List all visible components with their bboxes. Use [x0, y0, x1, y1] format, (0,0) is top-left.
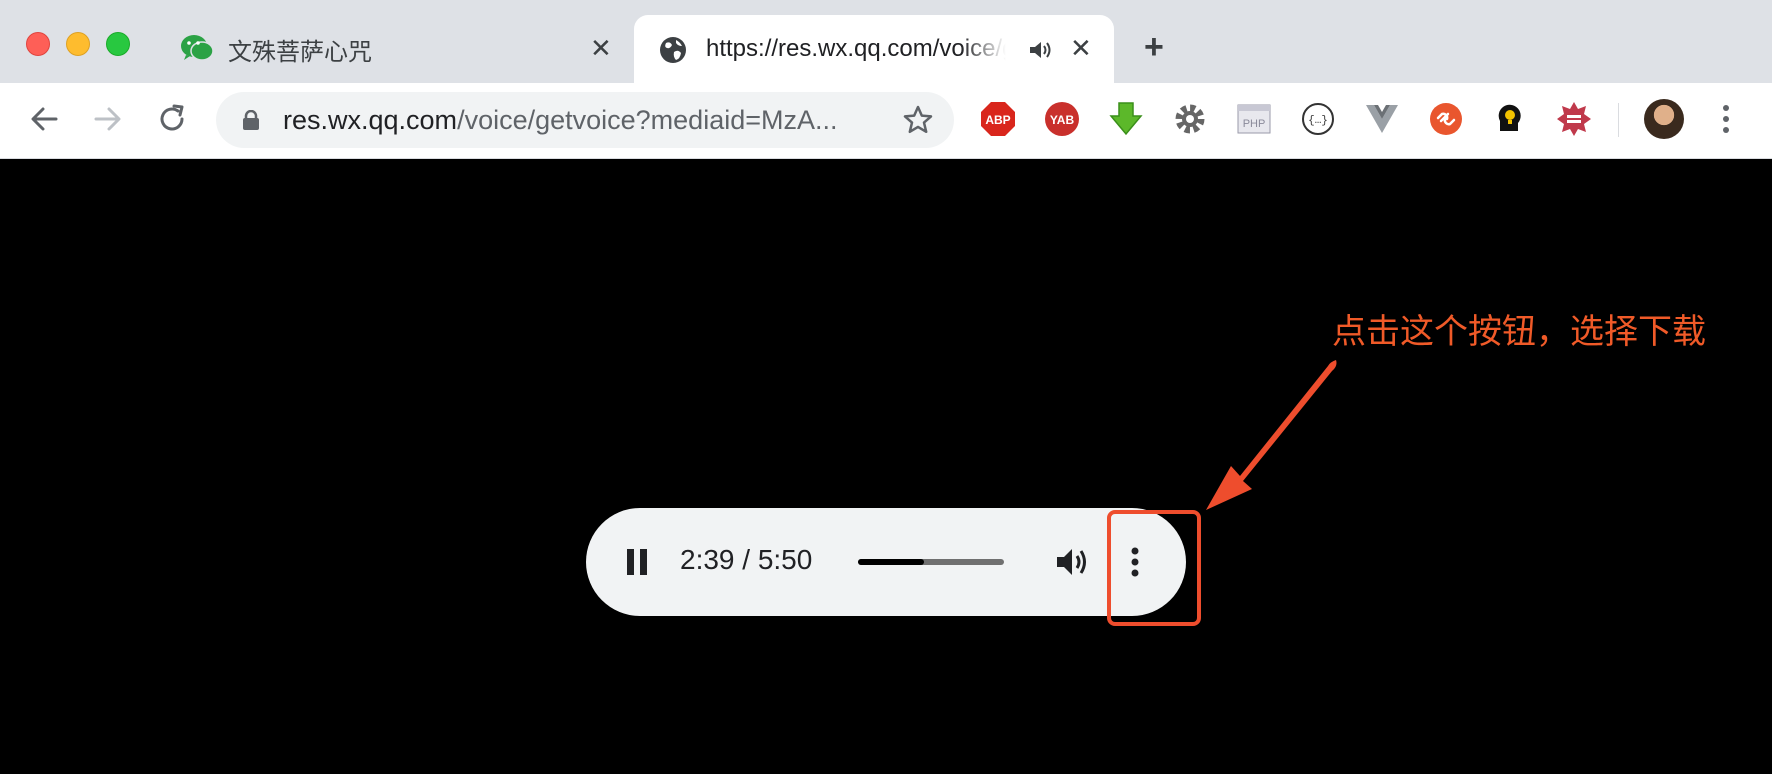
- tab-title: 文殊菩萨心咒: [228, 38, 372, 66]
- speaker-icon[interactable]: [1028, 39, 1052, 61]
- abp-label: ABP: [985, 113, 1010, 127]
- wechat-icon: [181, 35, 214, 61]
- new-tab-button[interactable]: +: [1144, 30, 1164, 64]
- badge-icon[interactable]: [1556, 101, 1592, 137]
- tab-close-button[interactable]: ✕: [1070, 35, 1092, 61]
- close-window-button[interactable]: [26, 32, 50, 56]
- playback-time: 2:39 / 5:50: [680, 544, 813, 575]
- gear-icon[interactable]: [1172, 101, 1208, 137]
- tab-strip: 文殊菩萨心咒 ✕ https://res.wx.qq.com/voice/get…: [0, 0, 1772, 83]
- toolbar-divider: [1618, 103, 1619, 137]
- highlight-box: [1107, 510, 1201, 626]
- tab-wechat-article[interactable]: 文殊菩萨心咒 ✕: [162, 15, 632, 83]
- annotation-arrow: [1206, 360, 1337, 510]
- globe-icon: [660, 37, 686, 63]
- download-arrow-icon[interactable]: [1108, 101, 1144, 137]
- url-path: /voice/getvoice?mediaid=MzA...: [457, 105, 838, 135]
- yab-label: YAB: [1050, 113, 1075, 127]
- php-icon[interactable]: PHP: [1236, 101, 1272, 137]
- tab-close-button[interactable]: ✕: [590, 35, 612, 61]
- progress-bar[interactable]: [858, 559, 1004, 565]
- profile-avatar[interactable]: [1644, 99, 1684, 139]
- svg-text:PHP: PHP: [1243, 118, 1266, 130]
- annotation-text: 点击这个按钮，选择下载: [1332, 313, 1706, 351]
- json-icon[interactable]: {…}: [1300, 101, 1336, 137]
- reload-icon[interactable]: [154, 101, 190, 137]
- browser-menu-icon[interactable]: [1716, 101, 1736, 137]
- back-arrow-icon[interactable]: [26, 101, 62, 137]
- link-icon[interactable]: [1428, 101, 1464, 137]
- svg-text:{…}: {…}: [1308, 115, 1328, 127]
- url-host: res.wx.qq.com: [283, 105, 458, 135]
- progress-fill: [858, 559, 924, 565]
- bookmark-star-icon[interactable]: [902, 104, 934, 136]
- fullscreen-window-button[interactable]: [106, 32, 130, 56]
- address-bar[interactable]: res.wx.qq.com/voice/getvoice?mediaid=MzA…: [216, 92, 954, 148]
- browser-toolbar: res.wx.qq.com/voice/getvoice?mediaid=MzA…: [0, 83, 1772, 159]
- pause-icon[interactable]: [626, 547, 650, 577]
- minimize-window-button[interactable]: [66, 32, 90, 56]
- vue-icon[interactable]: [1364, 101, 1400, 137]
- lightbulb-icon[interactable]: [1492, 101, 1528, 137]
- tab-title: https://res.wx.qq.com/voice/getvoice?med…: [706, 35, 1006, 62]
- tab-voice-active[interactable]: https://res.wx.qq.com/voice/getvoice?med…: [634, 15, 1114, 83]
- forward-arrow-icon[interactable]: [90, 101, 126, 137]
- volume-icon[interactable]: [1054, 544, 1090, 580]
- adblock-plus-icon[interactable]: ABP: [980, 101, 1016, 137]
- url-text[interactable]: res.wx.qq.com/voice/getvoice?mediaid=MzA…: [283, 105, 838, 136]
- lock-icon[interactable]: [242, 110, 260, 130]
- audio-player[interactable]: 2:39 / 5:50: [586, 508, 1186, 616]
- yab-icon[interactable]: YAB: [1044, 101, 1080, 137]
